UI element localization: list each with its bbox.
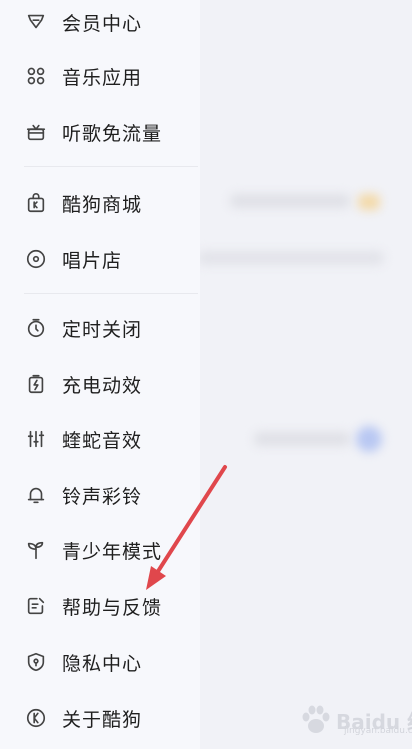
baidu-watermark: Baidu 经验 jingyan.baidu.com <box>296 696 412 742</box>
watermark-subtext: jingyan.baidu.com <box>344 726 412 736</box>
paw-icon <box>302 705 330 733</box>
annotation-arrow <box>146 465 227 590</box>
screen: 会员中心 音乐应用 听歌免流量 酷狗商城 唱片店 定时关闭 充电动效 蝰蛇音效 … <box>0 0 412 749</box>
